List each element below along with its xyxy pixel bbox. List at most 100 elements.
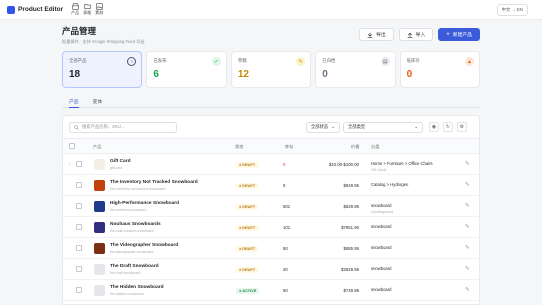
product-thumbnail — [94, 243, 105, 254]
nav-item-tables[interactable]: 表格 — [83, 3, 91, 16]
status-dot-icon: ● — [239, 163, 242, 167]
stat-card-archived[interactable]: 已归档 0 ▤ — [315, 51, 396, 88]
tab-variants[interactable]: 变体 — [93, 97, 103, 107]
nav-item-products[interactable]: 产品 — [71, 3, 79, 16]
stock-value: 501 — [283, 204, 291, 209]
status-badge: ● ACTIVE — [236, 288, 260, 294]
product-thumbnail — [94, 201, 105, 212]
status-badge: ● DRAFT — [236, 183, 259, 189]
edit-pencil-icon[interactable]: ✎ — [465, 266, 470, 272]
product-thumbnail — [94, 264, 105, 275]
row-checkbox[interactable] — [76, 287, 82, 293]
stat-label: 全部产品 — [69, 58, 87, 63]
filter-bar: 搜索产品名称、SKU... 全部状态 ⌄ 全部类型 ⌄ ◉ ↻ ⚙ — [63, 116, 479, 138]
page-header: 产品管理 批量操作 · 支持 Google Shopping Feed 导出 导… — [62, 25, 480, 45]
edit-pencil-icon[interactable]: ✎ — [465, 287, 470, 293]
price-value: $885.95 — [343, 246, 359, 251]
edit-pencil-icon[interactable]: ✎ — [465, 224, 470, 230]
tab-products[interactable]: 产品 — [69, 97, 79, 108]
status-badge: ● DRAFT — [236, 204, 259, 210]
status-filter-select[interactable]: 全部状态 ⌄ — [306, 121, 340, 133]
status-dot-icon: ● — [239, 247, 242, 251]
status-badge: ● DRAFT — [236, 267, 259, 273]
price-value: $7851.90 — [341, 225, 359, 230]
table-row[interactable]: The Hidden Snowboard the-hidden-snowboard… — [63, 280, 479, 301]
status-text: DRAFT — [242, 163, 256, 167]
col-product: 产品 — [93, 144, 102, 149]
table-row[interactable]: › Gift Card gift-card ● DRAFT 0 $10.00-$100.00… — [63, 154, 479, 175]
product-handle: the-videographer-snowboard — [110, 250, 154, 254]
row-checkbox[interactable] — [76, 182, 82, 188]
table-row[interactable]: Nouhaus Snowboards the-multi-location-sno… — [63, 217, 479, 238]
product-name[interactable]: High-Performance Snowboard — [110, 201, 179, 206]
edit-pencil-icon[interactable]: ✎ — [465, 182, 470, 188]
status-dot-icon: ● — [239, 289, 242, 293]
table-row[interactable]: The Draft Snowboard the-draft-snowboard ● D… — [63, 259, 479, 280]
app-logo[interactable]: Product Editor — [7, 5, 64, 14]
product-handle: the-inventory-not-tracked-snowboard — [110, 187, 166, 191]
stat-card-published[interactable]: 已发布 6 ✓ — [146, 51, 227, 88]
stat-card-draft[interactable]: 草稿 12 ✎ — [230, 51, 312, 88]
product-name[interactable]: The Videographer Snowboard — [110, 243, 178, 248]
product-name[interactable]: The Inventory Not Tracked Snowboard — [110, 180, 198, 185]
select-all-checkbox[interactable] — [69, 143, 75, 149]
status-text: DRAFT — [242, 268, 256, 272]
status-text: ACTIVE — [242, 289, 257, 293]
stats-cards: 全部产品 18 ? 已发布 6 ✓ 草稿 12 ✎ 已归档 0 ▤ 低库存 0 … — [62, 51, 481, 88]
nav-label: 素材 — [95, 10, 104, 15]
row-checkbox[interactable] — [76, 203, 82, 209]
nav-item-assets[interactable]: 素材 — [95, 3, 103, 16]
search-icon — [74, 124, 79, 130]
product-name[interactable]: The Hidden Snowboard — [110, 285, 164, 290]
import-button[interactable]: 导入 — [398, 28, 434, 41]
export-label: 导出 — [376, 33, 386, 38]
row-checkbox[interactable] — [76, 245, 82, 251]
col-collection: 分类 — [371, 144, 380, 149]
help-circle-icon: ? — [127, 57, 137, 66]
product-name[interactable]: Gift Card — [110, 159, 131, 164]
stock-value: 0 — [283, 183, 286, 188]
edit-pencil-icon[interactable]: ✎ — [465, 245, 470, 251]
plus-icon: + — [446, 31, 450, 38]
type-filter-select[interactable]: 全部类型 ⌄ — [343, 121, 423, 133]
status-text: DRAFT — [242, 205, 256, 209]
row-checkbox[interactable] — [76, 161, 82, 167]
table-row[interactable]: High-Performance Snowboard the-archived-s… — [63, 196, 479, 217]
collection-value: snowboard — [371, 224, 392, 229]
stock-value: 50 — [283, 288, 288, 293]
stat-value: 0 — [406, 69, 413, 80]
price-value: $749.95 — [343, 288, 359, 293]
stat-card-all[interactable]: 全部产品 18 ? — [62, 51, 143, 88]
table-body: › Gift Card gift-card ● DRAFT 0 $10.00-$100.00… — [63, 154, 479, 301]
edit-pencil-icon[interactable]: ✎ — [465, 161, 470, 167]
table-row[interactable]: The Inventory Not Tracked Snowboard the-i… — [63, 175, 479, 196]
col-stock: 库存 — [285, 144, 294, 149]
collection-value: snowboard — [371, 266, 392, 271]
language-toggle-button[interactable]: 中文 → EN — [496, 3, 528, 16]
stat-label: 低库存 — [406, 58, 420, 63]
row-checkbox[interactable] — [76, 224, 82, 230]
status-dot-icon: ● — [239, 184, 242, 188]
col-price: 价格 — [351, 144, 360, 149]
search-input[interactable]: 搜索产品名称、SKU... — [69, 121, 177, 133]
pencil-icon: ✎ — [296, 57, 306, 66]
settings-icon-button[interactable]: ⚙ — [457, 122, 467, 132]
table-row[interactable]: The Videographer Snowboard the-videograph… — [63, 238, 479, 259]
status-dot-icon: ● — [239, 226, 242, 230]
edit-pencil-icon[interactable]: ✎ — [465, 203, 470, 209]
expand-icon[interactable]: › — [69, 161, 70, 166]
new-product-button[interactable]: + 新建产品 — [438, 28, 480, 41]
row-checkbox[interactable] — [76, 266, 82, 272]
status-badge: ● DRAFT — [236, 246, 259, 252]
stat-card-low-stock[interactable]: 低库存 0 ▲ — [399, 51, 481, 88]
collection-value: Home > Furniture > Office Chairs — [371, 161, 433, 166]
nav-label: 产品 — [71, 10, 80, 15]
export-button[interactable]: 导出 — [359, 28, 394, 41]
product-name[interactable]: Nouhaus Snowboards — [110, 222, 161, 227]
refresh-icon-button[interactable]: ↻ — [443, 122, 453, 132]
upload-icon — [407, 32, 413, 38]
product-name[interactable]: The Draft Snowboard — [110, 264, 159, 269]
collection-value: snowboard — [371, 203, 392, 208]
eye-icon-button[interactable]: ◉ — [429, 122, 439, 132]
app-title: Product Editor — [18, 6, 64, 13]
